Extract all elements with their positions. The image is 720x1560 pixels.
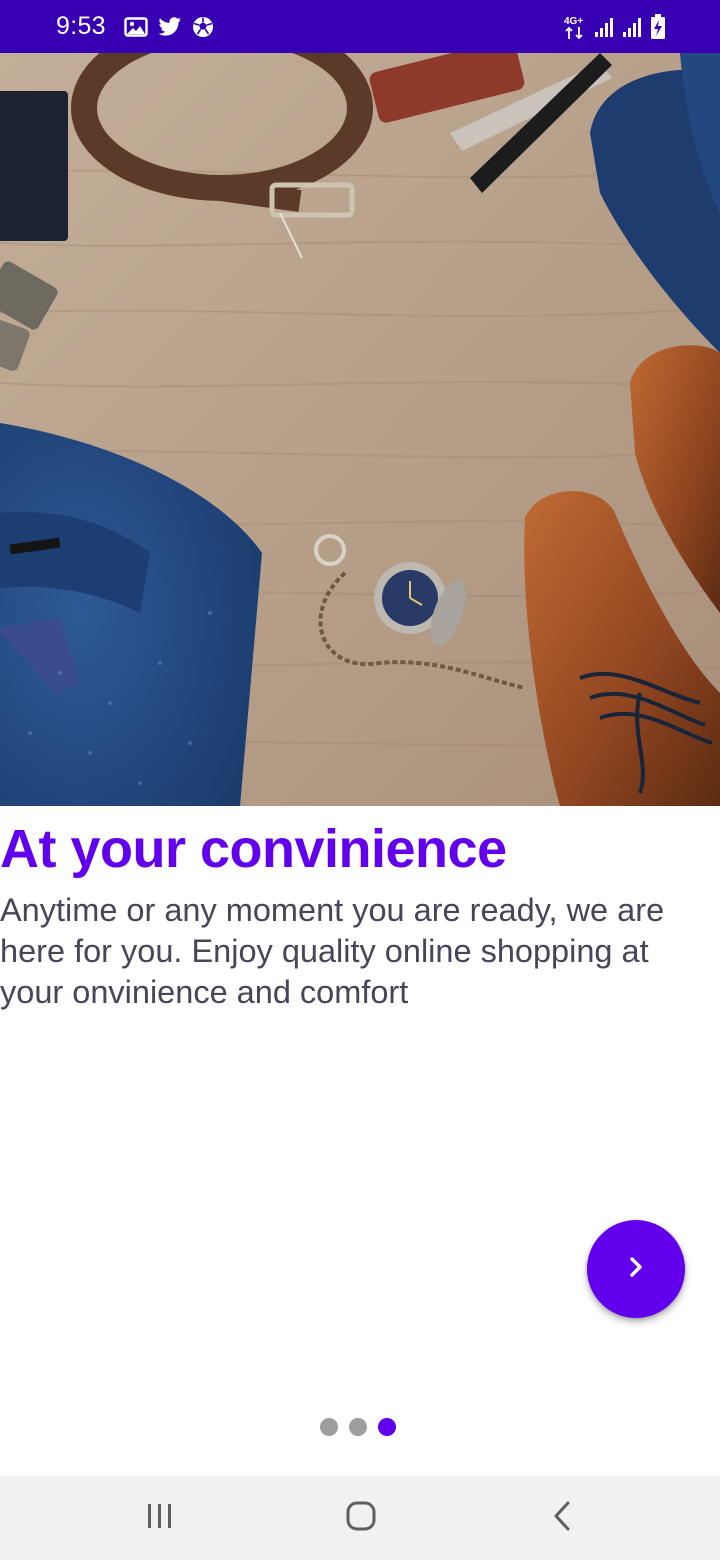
onboarding-description: Anytime or any moment you are ready, we …	[0, 892, 665, 1010]
page-indicator	[320, 1417, 396, 1437]
next-button[interactable]	[587, 1220, 685, 1318]
home-icon	[345, 1500, 377, 1537]
back-button[interactable]	[533, 1494, 593, 1542]
back-icon	[551, 1500, 575, 1537]
status-time: 9:53	[56, 12, 106, 40]
status-bar: 9:53 4G+	[0, 0, 720, 53]
onboarding-title: At your convinience	[0, 819, 507, 879]
page-indicator-dot[interactable]	[320, 1418, 338, 1436]
recent-apps-icon	[145, 1502, 175, 1535]
recent-apps-button[interactable]	[130, 1494, 190, 1542]
accessories-flatlay-image	[0, 53, 720, 806]
twitter-icon	[158, 16, 182, 37]
image-icon	[124, 16, 148, 37]
battery-charging-icon	[650, 13, 666, 40]
chevron-right-icon	[621, 1252, 651, 1287]
system-nav-bar	[0, 1476, 720, 1560]
home-button[interactable]	[331, 1494, 391, 1542]
soccer-ball-icon	[192, 16, 214, 38]
signal-icon	[622, 16, 644, 38]
page-indicator-dot[interactable]	[349, 1418, 367, 1436]
svg-text:4G+: 4G+	[564, 16, 583, 27]
page-indicator-dot-active[interactable]	[378, 1418, 396, 1436]
network-4g-icon: 4G+	[564, 14, 588, 40]
signal-icon	[594, 16, 616, 38]
